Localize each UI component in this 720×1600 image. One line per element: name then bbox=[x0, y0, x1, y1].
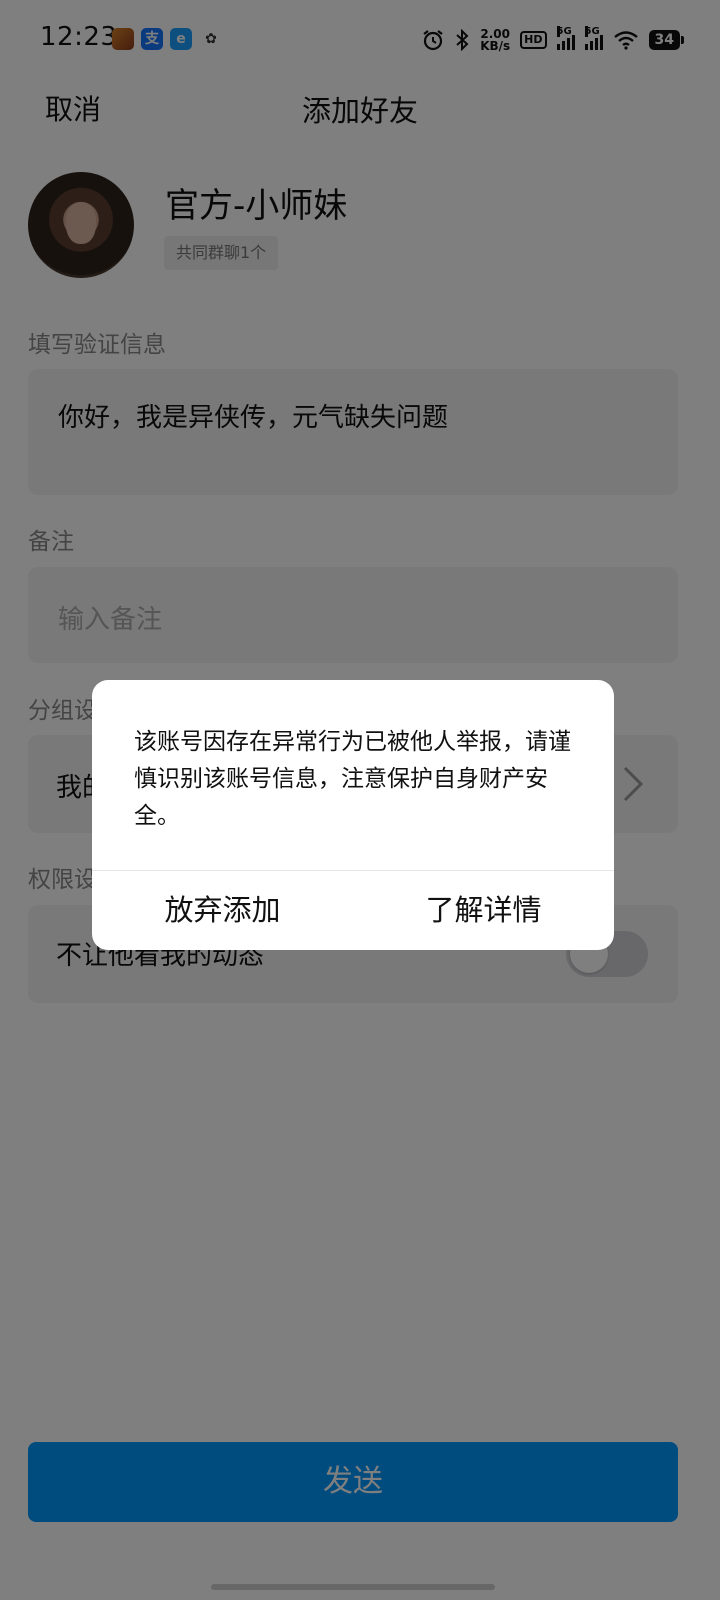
dialog-message: 该账号因存在异常行为已被他人举报，请谨慎识别该账号信息，注意保护自身财产安全。 bbox=[134, 729, 571, 829]
abandon-add-button[interactable]: 放弃添加 bbox=[92, 871, 353, 950]
learn-more-button[interactable]: 了解详情 bbox=[353, 871, 614, 950]
warning-dialog: 该账号因存在异常行为已被他人举报，请谨慎识别该账号信息，注意保护自身财产安全。 … bbox=[92, 680, 614, 950]
